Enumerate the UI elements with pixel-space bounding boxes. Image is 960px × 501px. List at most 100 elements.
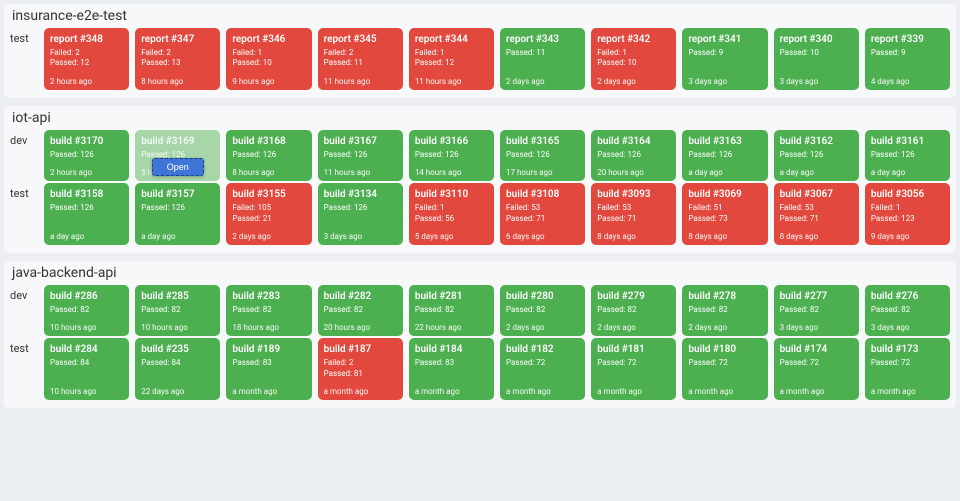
report-card-title: build #3169 xyxy=(141,136,214,147)
report-card-title: report #341 xyxy=(688,34,761,45)
report-passed-count: Passed: 10 xyxy=(597,58,670,68)
report-card[interactable]: build #279Passed: 822 days ago xyxy=(591,285,676,336)
report-card-title: build #277 xyxy=(780,291,853,302)
report-timestamp: 17 hours ago xyxy=(506,160,579,177)
report-card[interactable]: build #174Passed: 72a month ago xyxy=(774,338,859,400)
report-card[interactable]: build #3161Passed: 126a day ago xyxy=(865,130,950,181)
report-passed-count: Passed: 11 xyxy=(324,58,397,68)
report-card[interactable]: build #277Passed: 823 days ago xyxy=(774,285,859,336)
report-card[interactable]: build #189Passed: 83a month ago xyxy=(226,338,311,400)
report-card-title: report #348 xyxy=(50,34,123,45)
report-timestamp: 2 hours ago xyxy=(50,160,123,177)
report-card-title: build #3168 xyxy=(232,136,305,147)
report-card[interactable]: build #3108Failed: 53Passed: 716 days ag… xyxy=(500,183,585,245)
report-timestamp: 11 hours ago xyxy=(415,69,488,86)
report-card[interactable]: build #184Passed: 83a month ago xyxy=(409,338,494,400)
report-timestamp: 10 hours ago xyxy=(50,379,123,396)
report-card[interactable]: build #3169Passed: 1265 hours agoOpen xyxy=(135,130,220,181)
report-card-title: build #180 xyxy=(688,344,761,355)
report-card[interactable]: build #3165Passed: 12617 hours ago xyxy=(500,130,585,181)
report-passed-count: Passed: 73 xyxy=(688,214,761,224)
report-timestamp: 2 days ago xyxy=(688,315,761,332)
card-list: build #284Passed: 8410 hours agobuild #2… xyxy=(44,338,950,400)
report-passed-count: Passed: 72 xyxy=(506,358,579,368)
report-card[interactable]: build #280Passed: 822 days ago xyxy=(500,285,585,336)
report-passed-count: Passed: 84 xyxy=(141,358,214,368)
report-card[interactable]: build #284Passed: 8410 hours ago xyxy=(44,338,129,400)
report-card[interactable]: report #339Passed: 94 days ago xyxy=(865,28,950,90)
report-card[interactable]: build #283Passed: 8218 hours ago xyxy=(226,285,311,336)
report-passed-count: Passed: 9 xyxy=(871,48,944,58)
report-card[interactable]: build #3163Passed: 126a day ago xyxy=(682,130,767,181)
card-list: build #286Passed: 8210 hours agobuild #2… xyxy=(44,285,950,336)
report-card[interactable]: build #3157Passed: 126a day ago xyxy=(135,183,220,245)
report-card[interactable]: build #180Passed: 72a month ago xyxy=(682,338,767,400)
report-card[interactable]: build #286Passed: 8210 hours ago xyxy=(44,285,129,336)
report-card[interactable]: build #181Passed: 72a month ago xyxy=(591,338,676,400)
report-card[interactable]: build #235Passed: 8422 days ago xyxy=(135,338,220,400)
report-card[interactable]: build #276Passed: 823 days ago xyxy=(865,285,950,336)
report-card[interactable]: build #3067Failed: 53Passed: 718 days ag… xyxy=(774,183,859,245)
report-card-title: build #235 xyxy=(141,344,214,355)
report-card[interactable]: build #3056Failed: 1Passed: 1239 days ag… xyxy=(865,183,950,245)
report-card[interactable]: report #342Failed: 1Passed: 102 days ago xyxy=(591,28,676,90)
report-card[interactable]: build #281Passed: 8222 hours ago xyxy=(409,285,494,336)
report-passed-count: Passed: 56 xyxy=(415,214,488,224)
report-card[interactable]: report #340Passed: 103 days ago xyxy=(774,28,859,90)
report-card[interactable]: build #3162Passed: 126a day ago xyxy=(774,130,859,181)
report-card[interactable]: build #3158Passed: 126a day ago xyxy=(44,183,129,245)
report-card-title: build #3056 xyxy=(871,189,944,200)
report-card[interactable]: build #187Failed: 2Passed: 81a month ago xyxy=(318,338,403,400)
report-card-title: build #276 xyxy=(871,291,944,302)
dashboard-root: insurance-e2e-testtestreport #348Failed:… xyxy=(0,4,960,408)
report-card[interactable]: build #3170Passed: 1262 hours ago xyxy=(44,130,129,181)
open-button[interactable]: Open xyxy=(152,158,204,176)
report-card-title: build #3157 xyxy=(141,189,214,200)
report-card[interactable]: build #3155Failed: 105Passed: 212 days a… xyxy=(226,183,311,245)
report-card[interactable]: build #173Passed: 72a month ago xyxy=(865,338,950,400)
report-timestamp: a month ago xyxy=(506,379,579,396)
report-card[interactable]: build #282Passed: 8220 hours ago xyxy=(318,285,403,336)
report-passed-count: Passed: 72 xyxy=(597,358,670,368)
report-card[interactable]: build #3093Failed: 53Passed: 718 days ag… xyxy=(591,183,676,245)
report-card[interactable]: build #3069Failed: 51Passed: 738 days ag… xyxy=(682,183,767,245)
report-card[interactable]: build #182Passed: 72a month ago xyxy=(500,338,585,400)
report-card[interactable]: report #346Failed: 1Passed: 109 hours ag… xyxy=(226,28,311,90)
report-card-title: build #284 xyxy=(50,344,123,355)
report-card[interactable]: report #347Failed: 2Passed: 138 hours ag… xyxy=(135,28,220,90)
report-card[interactable]: report #345Failed: 2Passed: 1111 hours a… xyxy=(318,28,403,90)
environment-label: test xyxy=(10,338,44,400)
report-failed-count: Failed: 53 xyxy=(597,203,670,213)
report-timestamp: 11 hours ago xyxy=(324,160,397,177)
report-card-title: build #184 xyxy=(415,344,488,355)
report-card[interactable]: report #343Passed: 112 days ago xyxy=(500,28,585,90)
report-card[interactable]: report #341Passed: 93 days ago xyxy=(682,28,767,90)
report-timestamp: a month ago xyxy=(324,379,397,396)
report-passed-count: Passed: 82 xyxy=(506,305,579,315)
report-card-title: build #281 xyxy=(415,291,488,302)
report-card[interactable]: build #3166Passed: 12614 hours ago xyxy=(409,130,494,181)
report-timestamp: a day ago xyxy=(141,224,214,241)
project-panel: java-backend-apidevbuild #286Passed: 821… xyxy=(4,261,956,408)
report-card[interactable]: build #3134Passed: 1263 days ago xyxy=(318,183,403,245)
environment-row: devbuild #286Passed: 8210 hours agobuild… xyxy=(10,285,950,336)
report-passed-count: Passed: 126 xyxy=(871,150,944,160)
report-card[interactable]: build #3164Passed: 12620 hours ago xyxy=(591,130,676,181)
report-card[interactable]: build #3168Passed: 1268 hours ago xyxy=(226,130,311,181)
report-passed-count: Passed: 126 xyxy=(415,150,488,160)
report-card[interactable]: build #285Passed: 8210 hours ago xyxy=(135,285,220,336)
report-failed-count: Failed: 1 xyxy=(415,48,488,58)
report-timestamp: a month ago xyxy=(688,379,761,396)
report-card[interactable]: report #348Failed: 2Passed: 122 hours ag… xyxy=(44,28,129,90)
report-passed-count: Passed: 82 xyxy=(871,305,944,315)
report-card[interactable]: report #344Failed: 1Passed: 1211 hours a… xyxy=(409,28,494,90)
report-passed-count: Passed: 126 xyxy=(232,150,305,160)
report-card-title: build #187 xyxy=(324,344,397,355)
report-card[interactable]: build #3167Passed: 12611 hours ago xyxy=(318,130,403,181)
report-card[interactable]: build #3110Failed: 1Passed: 565 days ago xyxy=(409,183,494,245)
report-timestamp: a day ago xyxy=(780,160,853,177)
report-card[interactable]: build #278Passed: 822 days ago xyxy=(682,285,767,336)
report-card-title: build #3110 xyxy=(415,189,488,200)
report-timestamp: 2 days ago xyxy=(597,315,670,332)
report-failed-count: Failed: 1 xyxy=(597,48,670,58)
